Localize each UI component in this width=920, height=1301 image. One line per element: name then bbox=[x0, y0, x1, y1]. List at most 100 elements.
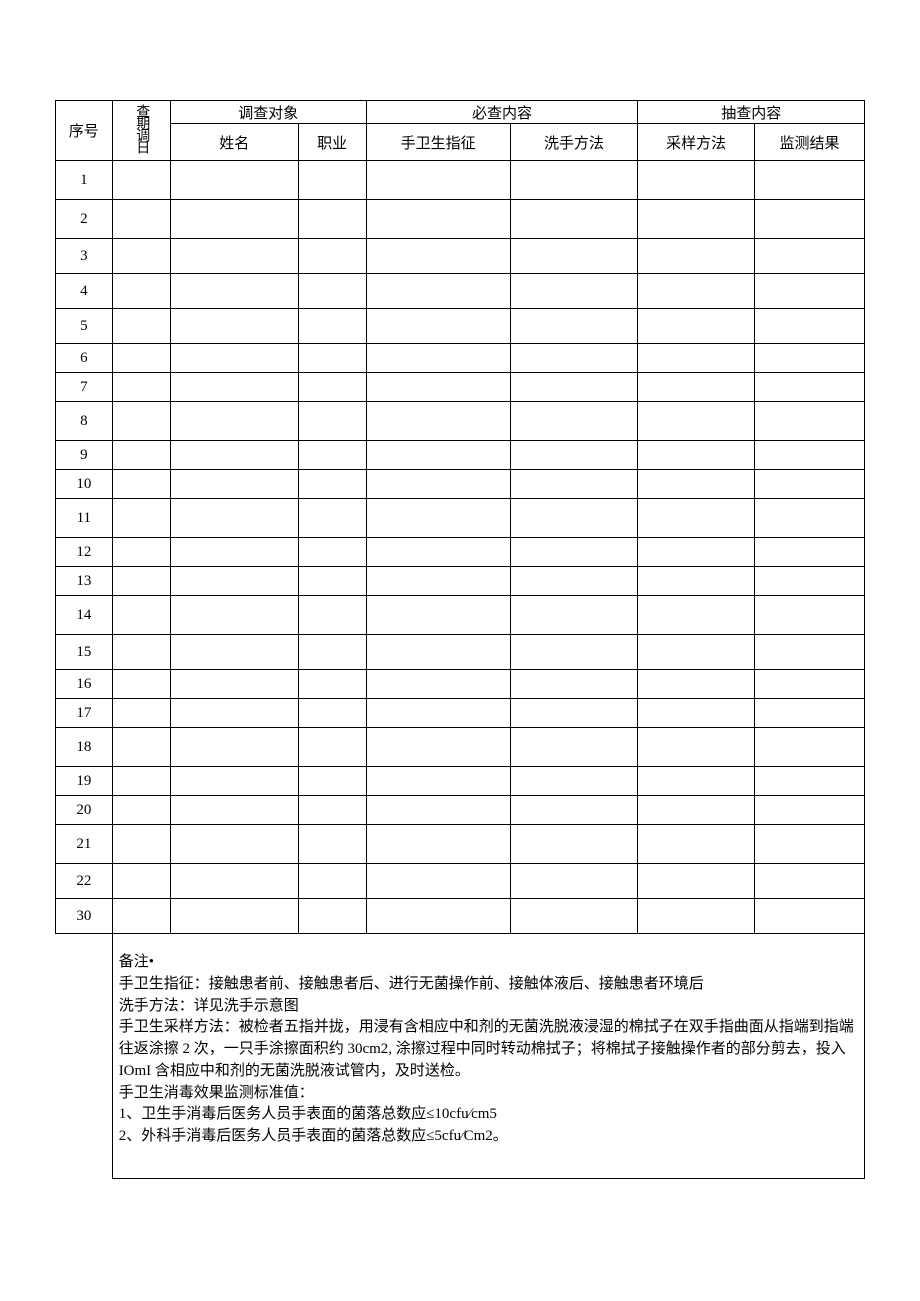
notes-line: 手卫生指征：接触患者前、接触患者后、进行无菌操作前、接触体液后、接触患者环境后 bbox=[119, 974, 858, 996]
data-cell bbox=[112, 699, 170, 728]
data-cell bbox=[298, 864, 366, 899]
data-cell bbox=[298, 499, 366, 538]
data-cell bbox=[170, 728, 298, 767]
data-cell bbox=[112, 635, 170, 670]
data-cell bbox=[638, 499, 754, 538]
data-cell bbox=[170, 239, 298, 274]
data-cell bbox=[366, 567, 510, 596]
data-cell bbox=[754, 899, 864, 934]
data-cell bbox=[298, 899, 366, 934]
data-cell bbox=[112, 161, 170, 200]
data-cell bbox=[112, 239, 170, 274]
data-cell bbox=[112, 402, 170, 441]
data-cell bbox=[754, 344, 864, 373]
seq-cell: 4 bbox=[56, 274, 113, 309]
col-date-label: 查期调日 bbox=[134, 104, 148, 152]
group-subject-header: 调查对象 bbox=[170, 101, 366, 124]
data-cell bbox=[754, 864, 864, 899]
data-cell bbox=[638, 728, 754, 767]
seq-cell: 3 bbox=[56, 239, 113, 274]
data-cell bbox=[638, 161, 754, 200]
data-cell bbox=[754, 373, 864, 402]
data-cell bbox=[170, 499, 298, 538]
seq-cell: 9 bbox=[56, 441, 113, 470]
notes-block: 备注• 手卫生指征：接触患者前、接触患者后、进行无菌操作前、接触体液后、接触患者… bbox=[113, 934, 864, 1178]
notes-line: 1、卫生手消毒后医务人员手表面的菌落总数应≤10cfu∕cm5 bbox=[119, 1104, 858, 1126]
data-cell bbox=[754, 470, 864, 499]
data-cell bbox=[754, 200, 864, 239]
seq-cell: 12 bbox=[56, 538, 113, 567]
group-sample-header: 抽查内容 bbox=[638, 101, 865, 124]
seq-cell: 15 bbox=[56, 635, 113, 670]
table-row: 30 bbox=[56, 899, 865, 934]
group-required-header: 必查内容 bbox=[366, 101, 638, 124]
table-row: 2 bbox=[56, 200, 865, 239]
data-cell bbox=[638, 538, 754, 567]
data-cell bbox=[638, 596, 754, 635]
data-cell bbox=[510, 499, 638, 538]
table-row: 12 bbox=[56, 538, 865, 567]
data-cell bbox=[112, 796, 170, 825]
data-cell bbox=[754, 538, 864, 567]
data-cell bbox=[638, 200, 754, 239]
data-cell bbox=[510, 899, 638, 934]
data-cell bbox=[366, 699, 510, 728]
data-cell bbox=[112, 670, 170, 699]
seq-cell: 30 bbox=[56, 899, 113, 934]
data-cell bbox=[510, 635, 638, 670]
data-cell bbox=[638, 635, 754, 670]
data-cell bbox=[112, 596, 170, 635]
data-cell bbox=[112, 344, 170, 373]
table-row: 21 bbox=[56, 825, 865, 864]
data-cell bbox=[298, 200, 366, 239]
data-cell bbox=[170, 864, 298, 899]
data-cell bbox=[170, 635, 298, 670]
sub-result-header: 监测结果 bbox=[754, 124, 864, 161]
data-cell bbox=[112, 538, 170, 567]
data-cell bbox=[638, 796, 754, 825]
data-cell bbox=[170, 470, 298, 499]
table-row: 13 bbox=[56, 567, 865, 596]
data-cell bbox=[112, 767, 170, 796]
data-cell bbox=[366, 373, 510, 402]
data-cell bbox=[510, 728, 638, 767]
data-cell bbox=[754, 635, 864, 670]
data-cell bbox=[638, 864, 754, 899]
data-cell bbox=[366, 161, 510, 200]
data-cell bbox=[170, 596, 298, 635]
data-cell bbox=[170, 402, 298, 441]
seq-cell: 19 bbox=[56, 767, 113, 796]
data-cell bbox=[366, 200, 510, 239]
data-cell bbox=[170, 441, 298, 470]
seq-cell: 20 bbox=[56, 796, 113, 825]
sub-name-header: 姓名 bbox=[170, 124, 298, 161]
data-cell bbox=[112, 728, 170, 767]
data-cell bbox=[638, 274, 754, 309]
data-cell bbox=[298, 767, 366, 796]
data-cell bbox=[366, 767, 510, 796]
seq-cell: 5 bbox=[56, 309, 113, 344]
data-cell bbox=[112, 470, 170, 499]
data-cell bbox=[366, 899, 510, 934]
table-row: 19 bbox=[56, 767, 865, 796]
data-cell bbox=[298, 344, 366, 373]
table-row: 15 bbox=[56, 635, 865, 670]
seq-cell: 2 bbox=[56, 200, 113, 239]
data-cell bbox=[510, 344, 638, 373]
data-cell bbox=[510, 470, 638, 499]
seq-cell: 11 bbox=[56, 499, 113, 538]
data-cell bbox=[510, 670, 638, 699]
table-row: 8 bbox=[56, 402, 865, 441]
data-cell bbox=[170, 274, 298, 309]
data-cell bbox=[510, 596, 638, 635]
seq-cell: 18 bbox=[56, 728, 113, 767]
sub-sampling-method-header: 采样方法 bbox=[638, 124, 754, 161]
data-cell bbox=[298, 309, 366, 344]
data-cell bbox=[366, 344, 510, 373]
data-cell bbox=[298, 373, 366, 402]
data-cell bbox=[112, 373, 170, 402]
data-cell bbox=[510, 441, 638, 470]
data-cell bbox=[754, 767, 864, 796]
data-cell bbox=[510, 309, 638, 344]
data-cell bbox=[754, 670, 864, 699]
